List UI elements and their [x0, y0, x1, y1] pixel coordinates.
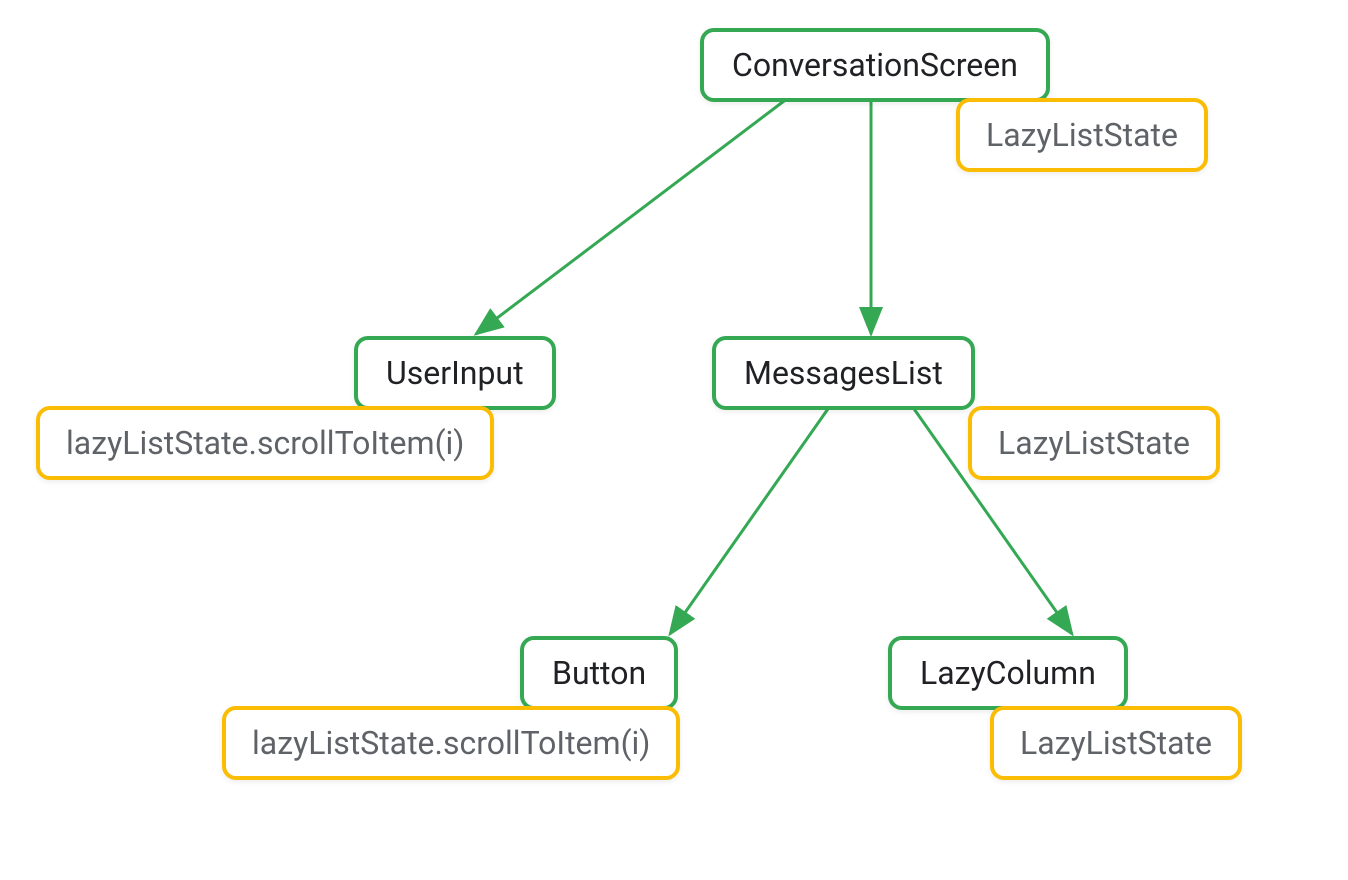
node-label: LazyListState: [1020, 724, 1212, 762]
node-label: LazyColumn: [920, 654, 1096, 692]
node-lazy-column: LazyColumn: [888, 636, 1128, 710]
node-conversation-screen: ConversationScreen: [700, 28, 1050, 102]
node-label: LazyListState: [986, 116, 1178, 154]
node-label: MessagesList: [744, 354, 943, 392]
node-label: Button: [552, 654, 646, 692]
node-label: lazyListState.scrollToItem(i): [252, 724, 650, 762]
node-button-state: lazyListState.scrollToItem(i): [222, 706, 680, 780]
node-user-input: UserInput: [354, 336, 556, 410]
node-messages-list: MessagesList: [712, 336, 975, 410]
node-label: UserInput: [386, 354, 524, 392]
node-conversation-screen-state: LazyListState: [956, 98, 1208, 172]
node-button: Button: [520, 636, 678, 710]
node-label: ConversationScreen: [732, 46, 1018, 84]
node-label: lazyListState.scrollToItem(i): [66, 424, 464, 462]
node-lazy-column-state: LazyListState: [990, 706, 1242, 780]
node-label: LazyListState: [998, 424, 1190, 462]
node-messages-list-state: LazyListState: [968, 406, 1220, 480]
node-user-input-state: lazyListState.scrollToItem(i): [36, 406, 494, 480]
